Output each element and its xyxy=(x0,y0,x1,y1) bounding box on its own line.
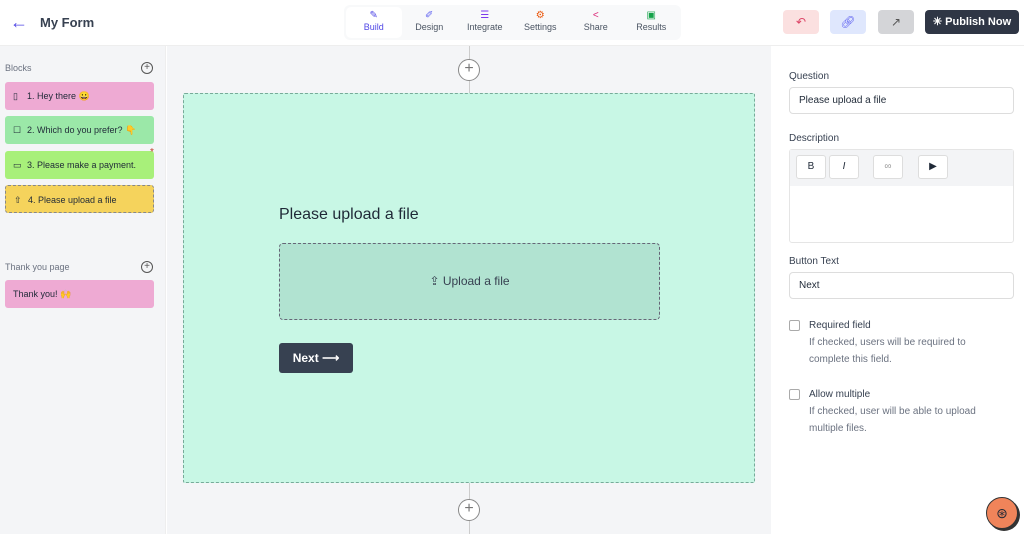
tab-label: Settings xyxy=(523,22,557,32)
publish-button[interactable]: ✳ Publish Now xyxy=(925,10,1019,34)
italic-button[interactable]: I xyxy=(829,155,859,179)
allow-multiple-description: If checked, user will be able to upload … xyxy=(809,406,976,434)
block-label: 4. Please upload a file xyxy=(28,195,117,205)
block-item[interactable]: ▯ 1. Hey there 😀 xyxy=(5,82,154,110)
bold-button[interactable]: B xyxy=(796,155,826,179)
upload-icon: ⇧ xyxy=(14,195,22,205)
required-label: Required field xyxy=(809,320,871,331)
question-input[interactable]: Please upload a file xyxy=(789,87,1014,114)
blocks-heading: Blocks xyxy=(5,63,32,73)
pen-icon: ✐ xyxy=(425,10,434,21)
tab-label: Integrate xyxy=(466,22,503,32)
undo-icon: ↶ xyxy=(795,15,807,29)
link-icon: ∞ xyxy=(884,161,892,172)
description-editor[interactable]: B I ∞ ▶ xyxy=(789,149,1014,243)
required-checkbox[interactable] xyxy=(789,320,800,331)
upload-icon: ⇪ xyxy=(429,274,443,288)
tab-label: Design xyxy=(415,22,444,32)
tab-label: Build xyxy=(363,22,384,32)
form-title: My Form xyxy=(40,15,95,30)
top-bar: ← My Form ✎ Build ✐ Design ☰ Integrate ⚙ Set… xyxy=(0,0,1024,46)
brush-icon: ✎ xyxy=(369,10,378,21)
allow-multiple-label: Allow multiple xyxy=(809,389,871,400)
youtube-icon: ▶ xyxy=(929,161,937,172)
add-block-below-button[interactable]: + xyxy=(458,499,480,521)
tab-settings[interactable]: ⚙ Settings xyxy=(513,7,569,38)
help-button[interactable]: ⊛ xyxy=(986,497,1018,529)
next-button[interactable]: Next ⟶ xyxy=(279,343,353,373)
tab-label: Share xyxy=(583,22,608,32)
chart-icon: ▣ xyxy=(646,10,656,21)
block-label: 2. Which do you prefer? 👇 xyxy=(27,125,137,135)
copy-link-button[interactable]: 🔗︎ xyxy=(830,10,866,34)
form-canvas: + Please upload a file ⇪ Upload a file N… xyxy=(167,46,771,534)
upload-label: Upload a file xyxy=(442,274,510,288)
question-heading: Please upload a file xyxy=(279,206,419,223)
add-block-icon[interactable]: + xyxy=(141,62,153,74)
question-label: Question xyxy=(789,71,830,82)
block-item[interactable]: ▭ 3. Please make a payment. xyxy=(5,151,154,179)
tab-share[interactable]: < Share xyxy=(568,7,624,38)
editor-toolbar: B I ∞ ▶ xyxy=(790,150,1013,186)
properties-panel: Question Please upload a file Descriptio… xyxy=(772,46,1024,534)
credit-card-icon: ▭ xyxy=(13,160,22,170)
allow-multiple-checkbox[interactable] xyxy=(789,389,800,400)
gear-icon: ⚙ xyxy=(535,10,545,21)
link-icon: 🔗︎ xyxy=(840,15,856,29)
sparkle-icon: ✳ xyxy=(932,16,946,28)
thankyou-item[interactable]: Thank you! 🙌 xyxy=(5,280,154,308)
preview-button[interactable]: ↗ xyxy=(878,10,914,34)
document-icon: ▯ xyxy=(13,91,18,101)
add-block-above-button[interactable]: + xyxy=(458,59,480,81)
tab-label: Results xyxy=(636,22,667,32)
sidebar: Blocks + ▯ 1. Hey there 😀 ☐ 2. Which do yo… xyxy=(0,46,166,534)
arrow-right-icon: ⟶ xyxy=(322,351,340,365)
undo-button[interactable]: ↶ xyxy=(783,10,819,34)
publish-label: Publish Now xyxy=(945,16,1012,28)
thankyou-heading: Thank you page xyxy=(5,262,70,272)
block-item-selected[interactable]: ⇧ 4. Please upload a file xyxy=(5,185,154,213)
block-label: 1. Hey there 😀 xyxy=(27,91,90,101)
block-label: Thank you! 🙌 xyxy=(13,289,72,299)
required-asterisk: * xyxy=(150,147,154,158)
share-icon: < xyxy=(592,10,599,21)
back-arrow-icon[interactable]: ← xyxy=(10,12,28,33)
tab-integrate[interactable]: ☰ Integrate xyxy=(457,7,513,38)
tab-design[interactable]: ✐ Design xyxy=(402,7,458,38)
tab-bar: ✎ Build ✐ Design ☰ Integrate ⚙ Settings < Sha… xyxy=(344,5,681,40)
lifebuoy-icon: ⊛ xyxy=(996,505,1008,521)
sliders-icon: ☰ xyxy=(480,10,490,21)
description-label: Description xyxy=(789,133,840,144)
link-button[interactable]: ∞ xyxy=(873,155,903,179)
external-link-icon: ↗ xyxy=(890,15,902,29)
tab-build[interactable]: ✎ Build xyxy=(346,7,402,38)
video-button[interactable]: ▶ xyxy=(918,155,948,179)
upload-dropzone[interactable]: ⇪ Upload a file xyxy=(279,243,660,320)
block-item[interactable]: ☐ 2. Which do you prefer? 👇 xyxy=(5,116,154,144)
tab-results[interactable]: ▣ Results xyxy=(624,7,680,38)
block-label: 3. Please make a payment. xyxy=(27,160,137,170)
block-card[interactable]: Please upload a file ⇪ Upload a file Nex… xyxy=(183,93,755,483)
add-thankyou-icon[interactable]: + xyxy=(141,261,153,273)
button-text-label: Button Text xyxy=(789,256,839,267)
next-label: Next xyxy=(292,351,319,365)
button-text-input[interactable]: Next xyxy=(789,272,1014,299)
required-description: If checked, users will be required to co… xyxy=(809,337,966,365)
checkbox-icon: ☐ xyxy=(13,125,22,135)
